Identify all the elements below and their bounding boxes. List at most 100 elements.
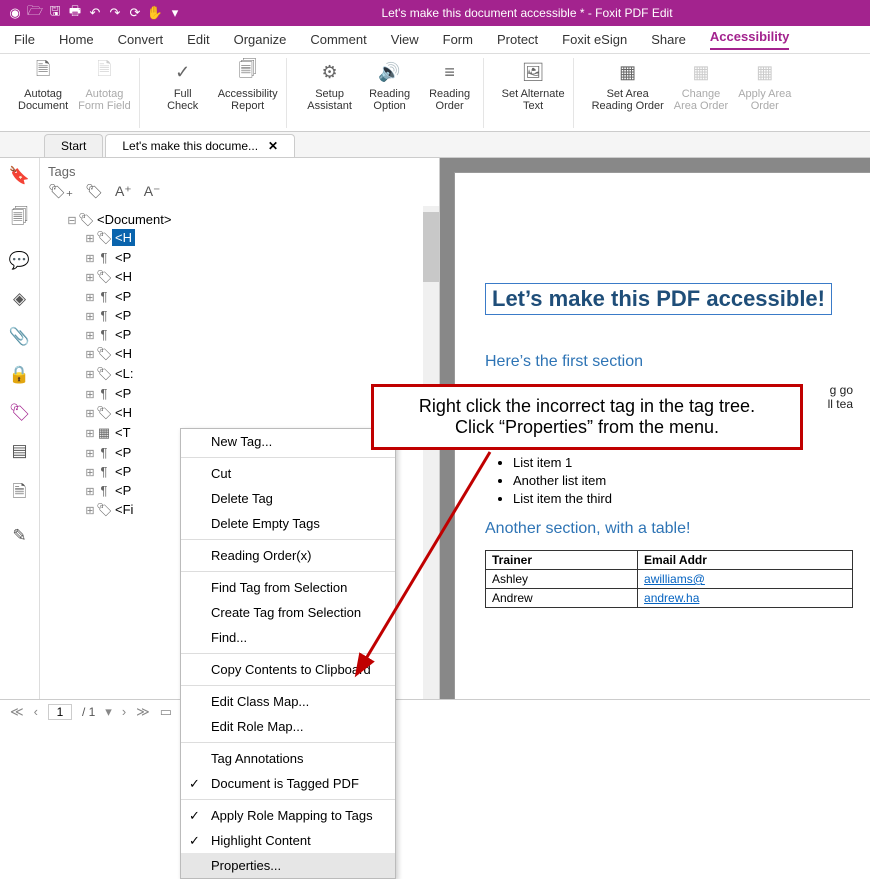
redo-icon[interactable]: ↷ (106, 4, 124, 22)
ctx-delete-tag[interactable]: Delete Tag (181, 486, 395, 511)
menu-home[interactable]: Home (59, 32, 94, 47)
fullcheck-icon: ✓ (171, 60, 195, 84)
autotag-document-button[interactable]: 🗎AutotagDocument (18, 58, 68, 128)
close-icon[interactable]: ✕ (268, 139, 278, 153)
apply-area-order-button: ▦Apply AreaOrder (738, 58, 791, 128)
setarea-icon: ▦ (616, 60, 640, 84)
tag-node[interactable]: ⊞¶<P (84, 287, 439, 306)
email-link[interactable]: andrew.ha (644, 591, 699, 605)
ctx-properties[interactable]: Properties... (181, 853, 395, 878)
tab-start[interactable]: Start (44, 134, 103, 157)
scrollbar-thumb[interactable] (423, 212, 439, 282)
tag-node[interactable]: ⊞🏷<H (84, 267, 439, 287)
window-title: Let's make this document accessible * - … (184, 6, 870, 20)
applyarea-icon: ▦ (753, 60, 777, 84)
bookmarks-icon[interactable]: 🔖 (9, 166, 30, 186)
order-icon[interactable]: ▤ (11, 441, 27, 461)
tag-node[interactable]: ⊞🏷<L: (84, 364, 439, 384)
setup-icon: ⚙ (318, 60, 342, 84)
ctx-find-tag-from-selection[interactable]: Find Tag from Selection (181, 575, 395, 600)
doc-heading-2a: Here’s the first section (485, 353, 853, 371)
reading-order-button[interactable]: ≡ReadingOrder (425, 58, 475, 128)
readorder-icon: ≡ (438, 60, 462, 84)
ctx-create-tag-from-selection[interactable]: Create Tag from Selection (181, 600, 395, 625)
ctx-apply-role-mapping-to-tags[interactable]: ✓Apply Role Mapping to Tags (181, 803, 395, 828)
open-icon[interactable]: 🗁 (26, 4, 44, 22)
menu-organize[interactable]: Organize (234, 32, 287, 47)
menu-esign[interactable]: Foxit eSign (562, 32, 627, 47)
email-link[interactable]: awilliams@ (644, 572, 705, 586)
ctx-copy-contents-to-clipboard[interactable]: Copy Contents to Clipboard (181, 657, 395, 682)
ctx-highlight-content[interactable]: ✓Highlight Content (181, 828, 395, 853)
table-cell: awilliams@ (638, 570, 853, 589)
menu-view[interactable]: View (391, 32, 419, 47)
menu-comment[interactable]: Comment (310, 32, 366, 47)
menu-protect[interactable]: Protect (497, 32, 538, 47)
set-area-reading-order-button[interactable]: ▦Set AreaReading Order (592, 58, 664, 128)
ctx-edit-role-map[interactable]: Edit Role Map... (181, 714, 395, 739)
app-logo-icon: ◉ (6, 4, 24, 22)
first-page-icon[interactable]: ≪ (10, 704, 24, 720)
undo-icon[interactable]: ↶ (86, 4, 104, 22)
refresh-icon[interactable]: ⟳ (126, 4, 144, 22)
report-icon: 🗐 (236, 60, 260, 84)
ctx-new-tag[interactable]: New Tag... (181, 429, 395, 454)
status-bar: ≪ ‹ / 1 ▾ › ≫ ▭ ◫ (0, 699, 870, 723)
ctx-cut[interactable]: Cut (181, 461, 395, 486)
ctx-tag-annotations[interactable]: Tag Annotations (181, 746, 395, 771)
page-dropdown-icon[interactable]: ▾ (105, 704, 112, 720)
menu-convert[interactable]: Convert (118, 32, 164, 47)
readopt-icon: 🔊 (378, 60, 402, 84)
print-icon[interactable]: 🖶 (66, 4, 84, 22)
full-check-button[interactable]: ✓FullCheck (158, 58, 208, 128)
dropdown-icon[interactable]: ▾ (166, 4, 184, 22)
next-page-icon[interactable]: › (122, 704, 126, 719)
prev-page-icon[interactable]: ‹ (34, 704, 38, 719)
save-icon[interactable]: 🖫 (46, 4, 64, 22)
tag-node-selected[interactable]: ⊞🏷<H (84, 228, 439, 248)
tag-options-icon[interactable]: 🏷 (85, 183, 103, 200)
setup-assistant-button[interactable]: ⚙SetupAssistant (305, 58, 355, 128)
tag-add-icon[interactable]: 🏷₊ (48, 183, 73, 200)
instruction-callout: Right click the incorrect tag in the tag… (371, 384, 803, 450)
tree-scrollbar[interactable] (423, 206, 439, 699)
doc-heading-1: Let’s make this PDF accessible! (485, 283, 832, 315)
menu-file[interactable]: File (14, 32, 35, 47)
ctx-find[interactable]: Find... (181, 625, 395, 650)
layers-icon[interactable]: ◈ (13, 289, 26, 309)
tag-node[interactable]: ⊞¶<P (84, 306, 439, 325)
menu-edit[interactable]: Edit (187, 32, 209, 47)
menu-form[interactable]: Form (443, 32, 473, 47)
text-increase-icon[interactable]: A⁺ (115, 183, 132, 200)
titlebar: ◉ 🗁 🖫 🖶 ↶ ↷ ⟳ ✋ ▾ Let's make this docume… (0, 0, 870, 26)
changearea-icon: ▦ (689, 60, 713, 84)
fit-page-icon[interactable]: ▭ (160, 704, 172, 720)
security-icon[interactable]: 🔒 (9, 365, 30, 385)
set-alt-text-button[interactable]: 🖼Set AlternateText (502, 58, 565, 128)
tag-node[interactable]: ⊞¶<P (84, 248, 439, 267)
text-decrease-icon[interactable]: A⁻ (144, 183, 161, 200)
menu-share[interactable]: Share (651, 32, 686, 47)
tag-node[interactable]: ⊞¶<P (84, 325, 439, 344)
tag-node[interactable]: ⊞🏷<H (84, 344, 439, 364)
attachments-icon[interactable]: 📎 (9, 327, 30, 347)
ctx-delete-empty-tags[interactable]: Delete Empty Tags (181, 511, 395, 536)
page-number-input[interactable] (48, 704, 72, 720)
autotag-formfield-button: 🗎AutotagForm Field (78, 58, 131, 128)
comments-icon[interactable]: 💬 (9, 251, 30, 271)
accessibility-report-button[interactable]: 🗐AccessibilityReport (218, 58, 278, 128)
tab-document[interactable]: Let's make this docume...✕ (105, 134, 295, 157)
pages-icon[interactable]: 🗐 (11, 204, 28, 233)
ctx-document-is-tagged-pdf[interactable]: ✓Document is Tagged PDF (181, 771, 395, 796)
menu-accessibility[interactable]: Accessibility (710, 29, 790, 50)
ctx-edit-class-map[interactable]: Edit Class Map... (181, 689, 395, 714)
ctx-reading-order-x[interactable]: Reading Order(x) (181, 543, 395, 568)
reading-option-button[interactable]: 🔊ReadingOption (365, 58, 415, 128)
signatures-icon[interactable]: ✎ (12, 526, 26, 546)
fields-icon[interactable]: 🗎 (13, 479, 27, 508)
hand-icon[interactable]: ✋ (146, 4, 164, 22)
tags-icon[interactable]: 🏷 (9, 403, 31, 423)
list-item: List item 1 (513, 455, 853, 470)
doc-table: TrainerEmail Addr Ashleyawilliams@ Andre… (485, 550, 853, 608)
last-page-icon[interactable]: ≫ (136, 704, 150, 720)
